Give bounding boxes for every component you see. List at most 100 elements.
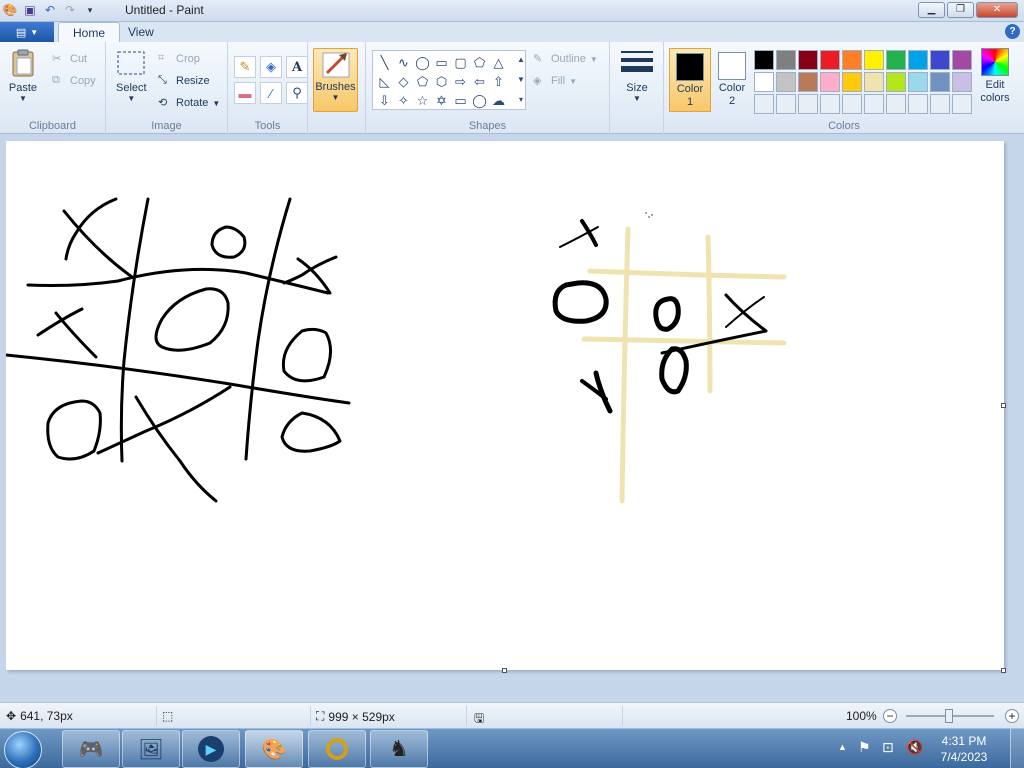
redo-icon[interactable]: ↷ [62, 2, 78, 18]
taskbar-app-ring[interactable] [308, 730, 366, 768]
resize-button[interactable]: ⤡ Resize [158, 74, 210, 88]
palette-swatch[interactable] [754, 50, 774, 70]
show-desktop-button[interactable] [1010, 729, 1024, 768]
palette-swatch[interactable] [820, 50, 840, 70]
palette-swatch[interactable] [908, 94, 928, 114]
system-clock[interactable]: 4:31 PM 7/4/2023 [934, 733, 994, 765]
start-button[interactable] [4, 731, 42, 768]
palette-swatch[interactable] [776, 94, 796, 114]
palette-swatch[interactable] [952, 72, 972, 92]
close-button[interactable]: ✕ [976, 2, 1018, 18]
size-button[interactable]: Size ▼ [617, 48, 657, 103]
up-arrow-shape-icon[interactable]: ⇧ [489, 72, 508, 91]
hexagon-shape-icon[interactable]: ⬡ [432, 72, 451, 91]
color1-button[interactable]: Color 1 [669, 48, 711, 112]
taskbar-app-chess[interactable]: ♞ [370, 730, 428, 768]
palette-swatch[interactable] [842, 72, 862, 92]
zoom-out-button[interactable]: − [883, 709, 897, 723]
rectangle-shape-icon[interactable]: ▭ [432, 53, 451, 72]
palette-swatch[interactable] [864, 50, 884, 70]
down-arrow-shape-icon[interactable]: ⇩ [375, 91, 394, 110]
edit-colors-button[interactable]: Edit colors [975, 48, 1015, 105]
triangle-shape-icon[interactable]: △ [489, 53, 508, 72]
action-center-icon[interactable]: ⚑ [858, 739, 871, 756]
canvas-resize-handle-right[interactable] [1001, 403, 1006, 408]
pentagon-shape-icon[interactable]: ⬠ [413, 72, 432, 91]
save-icon[interactable]: ▣ [22, 2, 38, 18]
four-point-star-shape-icon[interactable]: ✧ [394, 91, 413, 110]
shapes-gallery[interactable]: ╲ ∿ ◯ ▭ ▢ ⬠ △ ◺ ◇ ⬠ ⬡ ⇨ ⇦ ⇧ ⇩ ✧ ☆ ✡ ▭ ◯ … [372, 50, 526, 110]
right-triangle-shape-icon[interactable]: ◺ [375, 72, 394, 91]
palette-swatch[interactable] [886, 72, 906, 92]
curve-shape-icon[interactable]: ∿ [394, 53, 413, 72]
right-arrow-shape-icon[interactable]: ⇨ [451, 72, 470, 91]
paint-menu-button[interactable]: ▤ ▼ [0, 22, 54, 42]
taskbar-app-game[interactable]: 🎮 [62, 730, 120, 768]
palette-swatch[interactable] [754, 72, 774, 92]
drawing-canvas[interactable] [4, 141, 1004, 670]
maximize-button[interactable]: ❐ [947, 2, 974, 18]
oval-callout-shape-icon[interactable]: ◯ [470, 91, 489, 110]
oval-shape-icon[interactable]: ◯ [413, 53, 432, 72]
canvas-resize-handle-bottom[interactable] [502, 668, 507, 673]
volume-muted-icon[interactable]: 🔇 [906, 739, 923, 756]
zoom-in-button[interactable]: + [1005, 709, 1019, 723]
canvas-resize-handle-corner[interactable] [1001, 668, 1006, 673]
cloud-callout-shape-icon[interactable]: ☁ [489, 91, 508, 110]
palette-swatch[interactable] [842, 50, 862, 70]
line-shape-icon[interactable]: ╲ [375, 53, 394, 72]
palette-swatch[interactable] [820, 72, 840, 92]
paste-button[interactable]: Paste ▼ [8, 48, 38, 103]
tab-home[interactable]: Home [58, 22, 121, 42]
taskbar-app-photo[interactable]: 🖼 [122, 730, 180, 768]
show-hidden-icons-button[interactable]: ▲ [838, 742, 847, 752]
taskbar-app-media-player[interactable]: ▶ [182, 730, 240, 768]
palette-swatch[interactable] [930, 72, 950, 92]
polygon-shape-icon[interactable]: ⬠ [470, 53, 489, 72]
fill-button[interactable]: ◈ Fill ▼ [533, 74, 577, 88]
palette-swatch[interactable] [908, 50, 928, 70]
network-icon[interactable]: ⊡ [882, 739, 894, 756]
palette-swatch[interactable] [886, 50, 906, 70]
palette-swatch[interactable] [930, 94, 950, 114]
crop-button[interactable]: ⌗ Crop [158, 52, 200, 66]
palette-swatch[interactable] [864, 94, 884, 114]
copy-button[interactable]: ⧉ Copy [52, 74, 96, 88]
color2-button[interactable]: Color 2 [714, 48, 750, 112]
shapes-scroll[interactable]: ▲ ▼ ▾ [515, 50, 527, 110]
palette-swatch[interactable] [952, 50, 972, 70]
rect-callout-shape-icon[interactable]: ▭ [451, 91, 470, 110]
magnifier-icon[interactable]: ⚲ [286, 82, 308, 104]
fill-bucket-icon[interactable]: ◈ [260, 56, 282, 78]
zoom-slider-thumb[interactable] [945, 709, 953, 723]
customize-qat-icon[interactable]: ▾ [82, 2, 98, 18]
cut-button[interactable]: ✂ Cut [52, 52, 87, 66]
palette-swatch[interactable] [842, 94, 862, 114]
palette-swatch[interactable] [820, 94, 840, 114]
taskbar-app-paint[interactable]: 🎨 [245, 730, 303, 768]
undo-icon[interactable]: ↶ [42, 2, 58, 18]
left-arrow-shape-icon[interactable]: ⇦ [470, 72, 489, 91]
six-point-star-shape-icon[interactable]: ✡ [432, 91, 451, 110]
eraser-icon[interactable]: ▬ [234, 82, 256, 104]
outline-button[interactable]: ✎ Outline ▼ [533, 52, 598, 66]
minimize-button[interactable]: ▁ [918, 2, 945, 18]
help-icon[interactable]: ? [1005, 24, 1020, 39]
tab-view[interactable]: View [114, 22, 168, 42]
palette-swatch[interactable] [798, 94, 818, 114]
palette-swatch[interactable] [952, 94, 972, 114]
text-icon[interactable]: A [286, 56, 308, 78]
paint-app-icon[interactable]: 🎨 [2, 2, 18, 18]
color-picker-icon[interactable]: ⁄ [260, 82, 282, 104]
palette-swatch[interactable] [754, 94, 774, 114]
rotate-button[interactable]: ⟲ Rotate ▼ [158, 96, 220, 110]
palette-swatch[interactable] [886, 94, 906, 114]
palette-swatch[interactable] [908, 72, 928, 92]
palette-swatch[interactable] [930, 50, 950, 70]
palette-swatch[interactable] [798, 50, 818, 70]
rounded-rectangle-shape-icon[interactable]: ▢ [451, 53, 470, 72]
select-button[interactable]: Select ▼ [116, 48, 147, 103]
pencil-icon[interactable]: ✎ [234, 56, 256, 78]
palette-swatch[interactable] [864, 72, 884, 92]
palette-swatch[interactable] [776, 50, 796, 70]
